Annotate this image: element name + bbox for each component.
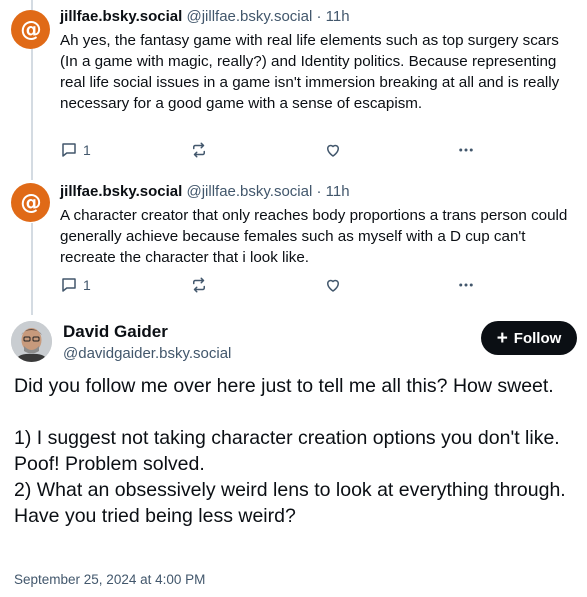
post-timestamp[interactable]: September 25, 2024 at 4:00 PM — [14, 572, 205, 587]
reply-button[interactable]: 1 — [60, 276, 91, 294]
follow-button[interactable]: + Follow — [481, 321, 577, 355]
post-text: A character creator that only reaches bo… — [60, 207, 568, 266]
author-name[interactable]: jillfae.bsky.social — [60, 8, 182, 25]
reply-count: 1 — [83, 142, 91, 158]
repost-button[interactable] — [190, 276, 208, 294]
author-handle-time: @jillfae.bsky.social · 11h — [186, 183, 350, 200]
like-button[interactable] — [324, 276, 342, 294]
more-icon — [459, 283, 473, 287]
at-sign-icon: @ — [20, 17, 41, 42]
avatar[interactable] — [11, 321, 52, 362]
post-actions: 1 — [60, 141, 480, 163]
like-button[interactable] — [324, 141, 342, 159]
author-handle[interactable]: @davidgaider.bsky.social — [63, 345, 231, 363]
svg-text:@: @ — [20, 190, 41, 215]
post-text: Did you follow me over here just to tell… — [14, 375, 566, 527]
reply-icon — [62, 143, 76, 157]
reply-post[interactable]: @ jillfae.bsky.social @jillfae.bsky.soci… — [0, 0, 587, 170]
post-header: jillfae.bsky.social @jillfae.bsky.social… — [60, 183, 350, 201]
post-text: Ah yes, the fantasy game with real life … — [60, 32, 560, 112]
profile-photo-icon — [11, 321, 52, 362]
more-options-button[interactable] — [456, 141, 476, 159]
avatar[interactable]: @ — [11, 10, 50, 49]
repost-icon — [193, 277, 205, 293]
follow-label: Follow — [513, 329, 562, 347]
reply-icon — [62, 278, 76, 292]
post-actions: 1 — [60, 276, 480, 298]
author-name[interactable]: David Gaider — [63, 322, 168, 342]
avatar[interactable]: @ — [11, 183, 50, 222]
more-icon — [459, 148, 473, 152]
reply-count: 1 — [83, 277, 91, 293]
at-sign-icon: @ — [20, 190, 41, 215]
repost-icon — [193, 142, 205, 158]
author-name[interactable]: jillfae.bsky.social — [60, 183, 182, 200]
heart-icon — [327, 279, 339, 292]
author-handle-time: @jillfae.bsky.social · 11h — [186, 8, 350, 25]
post-header: jillfae.bsky.social @jillfae.bsky.social… — [60, 8, 350, 26]
reply-post[interactable]: @ jillfae.bsky.social @jillfae.bsky.soci… — [0, 175, 587, 305]
svg-text:@: @ — [20, 17, 41, 42]
more-options-button[interactable] — [456, 276, 476, 294]
repost-button[interactable] — [190, 141, 208, 159]
reply-button[interactable]: 1 — [60, 141, 91, 159]
heart-icon — [327, 144, 339, 157]
plus-icon: + — [496, 327, 508, 349]
